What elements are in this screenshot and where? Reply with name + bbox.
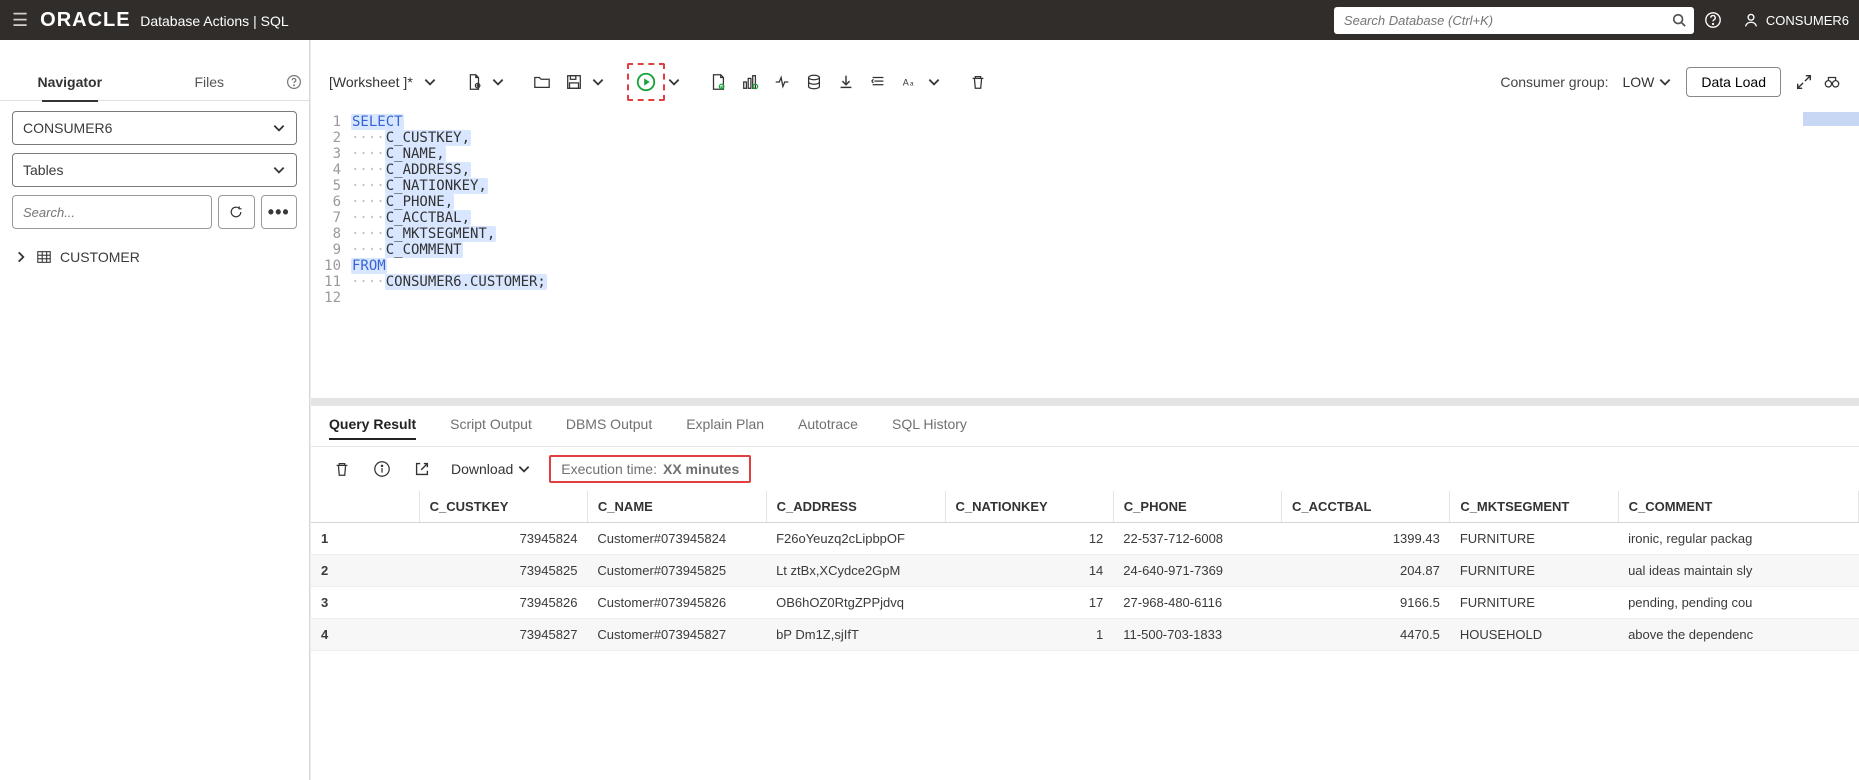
clear-button[interactable] bbox=[963, 67, 993, 97]
chevron-down-icon[interactable] bbox=[591, 75, 605, 89]
object-type-value: Tables bbox=[23, 162, 63, 178]
chevron-down-icon bbox=[1658, 75, 1672, 89]
tab-dbms-output[interactable]: DBMS Output bbox=[566, 416, 652, 440]
svg-text:a: a bbox=[910, 81, 914, 88]
chevron-down-icon[interactable] bbox=[491, 75, 505, 89]
run-script-button[interactable] bbox=[703, 67, 733, 97]
app-header: ☰ ORACLE Database Actions | SQL CONSUMER… bbox=[0, 0, 1859, 40]
sql-history-button[interactable] bbox=[799, 67, 829, 97]
username-label: CONSUMER6 bbox=[1766, 13, 1849, 28]
new-document-button[interactable] bbox=[459, 67, 489, 97]
oracle-logo: ORACLE Database Actions | SQL bbox=[40, 9, 288, 32]
autotrace-button[interactable] bbox=[767, 67, 797, 97]
search-icon bbox=[1672, 13, 1686, 27]
table-row[interactable]: 473945827Customer#073945827bP Dm1Z,sjIfT… bbox=[311, 619, 1859, 651]
global-search[interactable] bbox=[1334, 7, 1694, 34]
chevron-right-icon bbox=[14, 250, 28, 264]
tab-explain-plan[interactable]: Explain Plan bbox=[686, 416, 764, 440]
schema-select-value: CONSUMER6 bbox=[23, 120, 112, 136]
chevron-down-icon bbox=[272, 121, 286, 135]
tab-query-result[interactable]: Query Result bbox=[329, 416, 416, 440]
tab-navigator[interactable]: Navigator bbox=[0, 63, 140, 101]
pane-splitter[interactable] bbox=[311, 398, 1859, 406]
more-options-button[interactable]: ••• bbox=[261, 195, 298, 229]
hamburger-menu-icon[interactable]: ☰ bbox=[0, 10, 40, 31]
info-button[interactable] bbox=[371, 458, 393, 480]
run-highlight bbox=[627, 63, 665, 101]
refresh-button[interactable] bbox=[218, 195, 255, 229]
worksheet-toolbar: [Worksheet ]* Aa bbox=[311, 52, 1859, 112]
table-row[interactable]: 273945825Customer#073945825Lt ztBx,XCydc… bbox=[311, 555, 1859, 587]
object-search-input[interactable] bbox=[12, 195, 212, 229]
tab-script-output[interactable]: Script Output bbox=[450, 416, 532, 440]
table-row[interactable]: 373945826Customer#073945826OB6hOZ0RtgZPP… bbox=[311, 587, 1859, 619]
sql-editor[interactable]: 123456789101112 SELECT····C_CUSTKEY,····… bbox=[311, 112, 1859, 398]
tab-files[interactable]: Files bbox=[140, 63, 280, 101]
chevron-down-icon[interactable] bbox=[423, 75, 437, 89]
text-size-button[interactable]: Aa bbox=[895, 67, 925, 97]
table-icon bbox=[36, 249, 52, 265]
tab-autotrace[interactable]: Autotrace bbox=[798, 416, 858, 440]
execution-time-label: Execution time: bbox=[561, 461, 657, 477]
chevron-down-icon bbox=[517, 462, 531, 476]
minimap[interactable] bbox=[1803, 112, 1859, 126]
run-statement-button[interactable] bbox=[632, 68, 660, 96]
results-toolbar: Download Execution time: XX minutes bbox=[311, 447, 1859, 491]
clear-results-button[interactable] bbox=[331, 458, 353, 480]
chevron-down-icon[interactable] bbox=[927, 75, 941, 89]
worksheet-name[interactable]: [Worksheet ]* bbox=[329, 74, 413, 90]
consumer-group-select[interactable]: LOW bbox=[1623, 74, 1673, 90]
info-icon bbox=[373, 460, 391, 478]
execution-time-value: XX minutes bbox=[663, 461, 739, 477]
download-button[interactable] bbox=[831, 67, 861, 97]
results-tab-bar: Query Result Script Output DBMS Output E… bbox=[311, 406, 1859, 447]
results-grid[interactable]: C_CUSTKEYC_NAMEC_ADDRESSC_NATIONKEYC_PHO… bbox=[311, 491, 1859, 780]
tree-item-label: CUSTOMER bbox=[60, 249, 140, 265]
product-name: Database Actions | SQL bbox=[140, 13, 288, 29]
save-button[interactable] bbox=[559, 67, 589, 97]
ellipsis-icon: ••• bbox=[268, 202, 290, 223]
svg-text:A: A bbox=[903, 78, 909, 88]
binoculars-icon[interactable] bbox=[1823, 73, 1841, 91]
object-tree: CUSTOMER bbox=[0, 239, 309, 275]
navigator-sidebar: Navigator Files CONSUMER6 Tables •• bbox=[0, 40, 310, 780]
tree-item-customer[interactable]: CUSTOMER bbox=[14, 245, 295, 269]
external-link-icon bbox=[413, 460, 431, 478]
global-search-input[interactable] bbox=[1334, 7, 1694, 34]
format-button[interactable] bbox=[863, 67, 893, 97]
refresh-icon bbox=[228, 204, 244, 220]
table-row[interactable]: 173945824Customer#073945824F26oYeuzq2cLi… bbox=[311, 523, 1859, 555]
object-type-select[interactable]: Tables bbox=[12, 153, 297, 187]
trash-icon bbox=[333, 460, 351, 478]
open-new-button[interactable] bbox=[411, 458, 433, 480]
help-icon[interactable] bbox=[1694, 0, 1732, 40]
chevron-down-icon bbox=[272, 163, 286, 177]
execution-time-highlight: Execution time: XX minutes bbox=[549, 455, 751, 483]
user-menu[interactable]: CONSUMER6 bbox=[1732, 11, 1859, 29]
logo-text: ORACLE bbox=[40, 9, 130, 31]
explain-plan-button[interactable] bbox=[735, 67, 765, 97]
open-folder-button[interactable] bbox=[527, 67, 557, 97]
chevron-down-icon[interactable] bbox=[667, 75, 681, 89]
tab-sql-history[interactable]: SQL History bbox=[892, 416, 967, 440]
data-load-button[interactable]: Data Load bbox=[1686, 67, 1781, 97]
sidebar-help-icon[interactable] bbox=[279, 74, 309, 90]
user-icon bbox=[1742, 11, 1760, 29]
schema-select[interactable]: CONSUMER6 bbox=[12, 111, 297, 145]
trash-icon bbox=[969, 73, 987, 91]
play-icon bbox=[635, 71, 657, 93]
consumer-group-label: Consumer group: bbox=[1500, 74, 1608, 90]
expand-icon[interactable] bbox=[1795, 73, 1813, 91]
download-results-button[interactable]: Download bbox=[451, 461, 531, 477]
